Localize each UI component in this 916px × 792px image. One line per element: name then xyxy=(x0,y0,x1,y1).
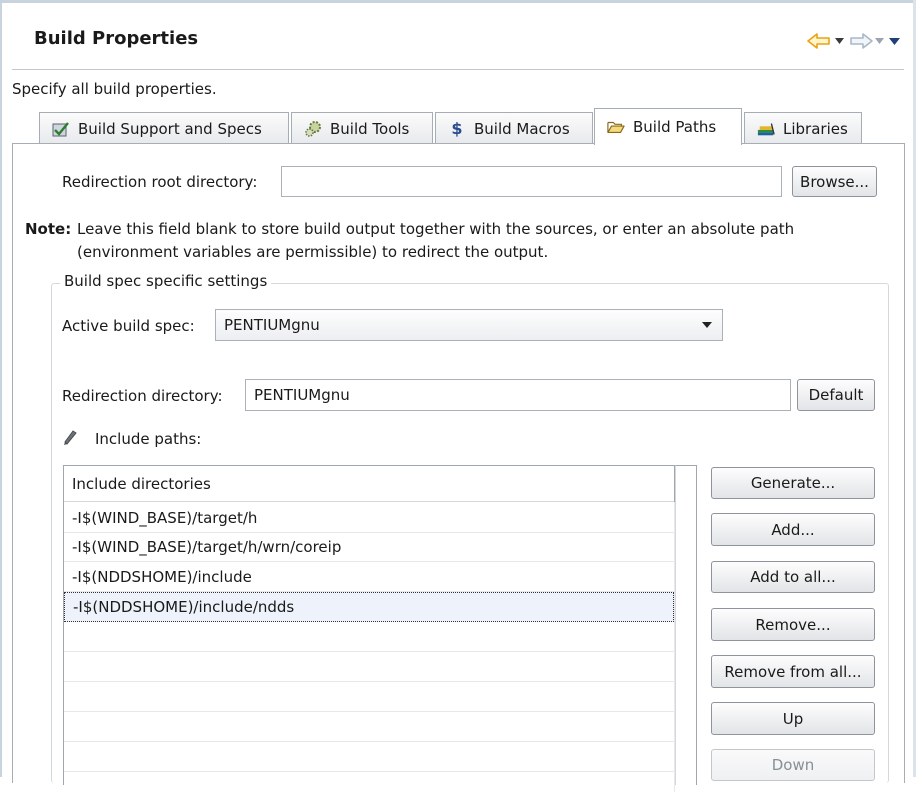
list-item-selected[interactable]: -I$(NDDSHOME)/include/ndds xyxy=(64,592,674,622)
remove-button[interactable]: Remove... xyxy=(711,608,875,641)
empty-row xyxy=(64,712,674,742)
list-item[interactable]: -I$(NDDSHOME)/include xyxy=(64,562,674,592)
chevron-down-icon xyxy=(874,38,884,44)
page-description: Specify all build properties. xyxy=(12,80,217,98)
list-filler-column xyxy=(675,465,697,785)
books-icon xyxy=(757,120,775,138)
tab-label: Build Tools xyxy=(330,119,410,138)
list-header[interactable]: Include directories xyxy=(64,466,674,502)
tab-build-support-and-specs[interactable]: Build Support and Specs xyxy=(39,112,289,144)
back-arrow-icon xyxy=(807,33,830,49)
tab-label: Build Macros xyxy=(474,119,570,138)
empty-row xyxy=(64,622,674,652)
default-button[interactable]: Default xyxy=(797,379,875,411)
empty-row xyxy=(64,682,674,712)
dollar-icon: $ xyxy=(451,119,463,138)
include-directories-list[interactable]: Include directories -I$(WIND_BASE)/targe… xyxy=(63,465,675,792)
tab-label: Build Support and Specs xyxy=(78,119,262,138)
tab-build-tools[interactable]: Build Tools xyxy=(291,112,433,144)
redirection-directory-label: Redirection directory: xyxy=(62,387,223,405)
chevron-down-icon xyxy=(702,322,712,328)
tab-libraries[interactable]: Libraries xyxy=(744,112,862,144)
back-history-dropdown[interactable] xyxy=(833,30,845,52)
forward-button[interactable] xyxy=(848,30,874,52)
title-separator xyxy=(12,69,904,70)
note-line-1: Leave this field blank to store build ou… xyxy=(77,220,795,238)
remove-from-all-button[interactable]: Remove from all... xyxy=(711,655,875,688)
back-button[interactable] xyxy=(806,30,832,52)
forward-arrow-icon xyxy=(850,33,873,49)
tab-label: Build Paths xyxy=(633,118,717,136)
redirection-root-input[interactable] xyxy=(281,166,782,197)
tab-label: Libraries xyxy=(783,119,848,138)
view-menu-button[interactable] xyxy=(887,30,901,52)
empty-row xyxy=(64,742,674,772)
view-menu-icon xyxy=(888,37,900,45)
list-item-text: -I$(WIND_BASE)/target/h/wrn/coreip xyxy=(72,537,342,556)
list-item-text: -I$(NDDSHOME)/include/ndds xyxy=(73,598,295,616)
forward-history-dropdown[interactable] xyxy=(873,30,885,52)
down-button[interactable]: Down xyxy=(711,749,875,781)
add-to-all-button[interactable]: Add to all... xyxy=(711,561,875,593)
empty-row xyxy=(64,652,674,682)
up-button[interactable]: Up xyxy=(711,702,875,735)
tab-build-macros[interactable]: $ Build Macros xyxy=(435,112,593,144)
note-prefix: Note: xyxy=(25,220,72,238)
include-paths-label: Include paths: xyxy=(95,430,202,448)
column-header-include-directories: Include directories xyxy=(72,474,211,493)
note-line-2: (environment variables are permissible) … xyxy=(77,243,549,261)
active-build-spec-label: Active build spec: xyxy=(62,317,195,335)
list-item-text: -I$(NDDSHOME)/include xyxy=(72,567,252,586)
browse-button[interactable]: Browse... xyxy=(792,166,877,197)
list-item[interactable]: -I$(WIND_BASE)/target/h xyxy=(64,503,674,533)
chevron-down-icon xyxy=(834,38,844,44)
group-label: Build spec specific settings xyxy=(60,272,272,290)
gears-icon xyxy=(304,120,322,138)
window-frame-left xyxy=(0,0,2,777)
tab-build-paths[interactable]: Build Paths xyxy=(594,108,742,145)
pencil-icon xyxy=(64,429,80,447)
generate-button[interactable]: Generate... xyxy=(711,467,875,499)
checklist-icon xyxy=(52,120,70,138)
window-frame-top xyxy=(0,0,916,3)
redirection-root-label: Redirection root directory: xyxy=(62,173,258,191)
folder-open-icon xyxy=(607,118,625,136)
active-build-spec-value: PENTIUMgnu xyxy=(224,316,320,334)
active-build-spec-select[interactable]: PENTIUMgnu xyxy=(215,309,723,341)
add-button[interactable]: Add... xyxy=(711,513,875,546)
list-item-text: -I$(WIND_BASE)/target/h xyxy=(72,508,258,527)
redirection-directory-value: PENTIUMgnu xyxy=(254,386,350,404)
list-item[interactable]: -I$(WIND_BASE)/target/h/wrn/coreip xyxy=(64,532,674,562)
page-title: Build Properties xyxy=(34,28,199,49)
redirection-directory-input[interactable]: PENTIUMgnu xyxy=(245,379,791,411)
